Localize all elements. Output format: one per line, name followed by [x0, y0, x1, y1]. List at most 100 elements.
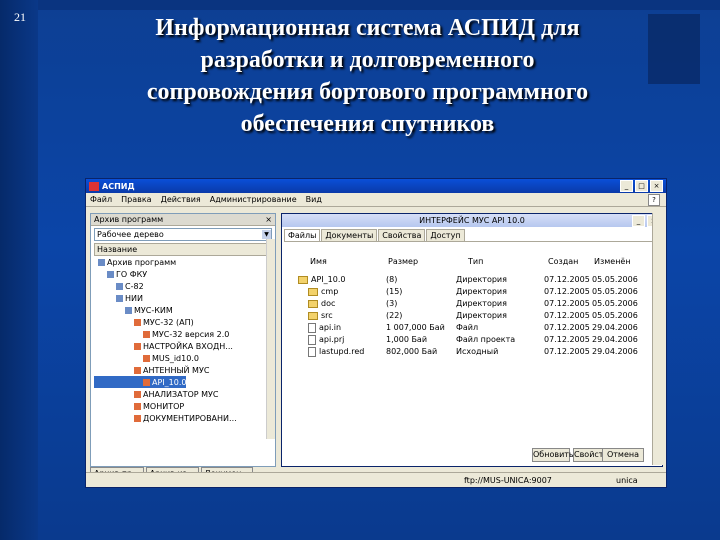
tree-node[interactable]: Архив программ	[94, 256, 176, 268]
cell-modified: 05.05.2006	[592, 310, 638, 321]
tree-node[interactable]: МУС-КИМ	[94, 304, 173, 316]
object-tabs: Файлы Документы Свойства Доступ	[284, 229, 660, 242]
cell-text: 1 007,000 Бай	[386, 323, 445, 332]
cell-size: 1,000 Бай	[386, 334, 427, 345]
cell-text: 29.04.2006	[592, 323, 638, 332]
cell-text: cmp	[321, 287, 339, 296]
slide-number: 21	[14, 10, 26, 24]
tree-node[interactable]: АНТЕННЫЙ МУС	[94, 364, 209, 376]
tree-node[interactable]: НИИ	[94, 292, 143, 304]
app-icon	[89, 181, 99, 191]
cell-type: Исходный	[456, 346, 498, 357]
tree-node[interactable]: API_10.0	[94, 376, 187, 388]
tree-scrollbar[interactable]	[266, 239, 275, 439]
object-window-titlebar[interactable]: ИНТЕРФЕЙС МУС API 10.0 _ ×	[282, 214, 662, 227]
cell-name: api.in	[308, 322, 341, 333]
file-row[interactable]: API_10.0 (8) Директория 07.12.2005 05.05.200…	[286, 274, 638, 285]
cell-text: Директория	[456, 299, 507, 308]
file-icon	[308, 322, 316, 333]
tree-node-label: МУС-32 версия 2.0	[152, 329, 230, 339]
cell-text: Директория	[456, 275, 507, 284]
maximize-button[interactable]: □	[635, 180, 648, 192]
col-name[interactable]: Имя	[310, 256, 327, 267]
chevron-down-icon[interactable]: ▼	[262, 230, 271, 239]
cell-text: 1,000 Бай	[386, 335, 428, 344]
status-path: ftp://MUS-UNICA:9007	[464, 475, 552, 485]
cell-text: (22)	[386, 311, 403, 320]
minimize-button[interactable]: _	[620, 180, 633, 192]
cell-text: 07.12.2005	[544, 323, 590, 332]
module-icon	[134, 414, 141, 422]
file-row[interactable]: cmp (15) Директория 07.12.2005 05.05.2006	[286, 286, 638, 297]
tree-node[interactable]: МУС-32 версия 2.0	[94, 328, 229, 340]
object-window-title: ИНТЕРФЕЙС МУС API 10.0	[419, 216, 525, 225]
file-row[interactable]: doc (3) Директория 07.12.2005 05.05.2006	[286, 298, 638, 309]
module-icon	[134, 342, 141, 350]
menu-edit[interactable]: Правка	[121, 195, 151, 204]
menu-view[interactable]: Вид	[306, 195, 322, 204]
cell-created: 07.12.2005	[544, 334, 590, 345]
cell-text: Исходный	[456, 347, 499, 356]
tree-node[interactable]: ГО ФКУ	[94, 268, 147, 280]
tree-column-label: Название	[97, 245, 138, 254]
file-icon	[308, 334, 316, 345]
menu-file[interactable]: Файл	[90, 195, 112, 204]
cell-text: api.prj	[319, 335, 345, 344]
tab-docs[interactable]: Документы	[321, 229, 378, 241]
dialog-buttons: Обновить Свойства	[532, 448, 613, 462]
view-combo[interactable]: Рабочее дерево ▼	[94, 228, 272, 241]
module-icon	[134, 318, 141, 326]
tree-node[interactable]: НАСТРОЙКА ВХОДН...	[94, 340, 233, 352]
tree-column-header[interactable]: Название	[94, 243, 272, 256]
cancel-button[interactable]: Отмена	[602, 448, 644, 462]
folder-icon	[107, 270, 114, 278]
cell-text: 05.05.2006	[592, 275, 638, 284]
menu-admin[interactable]: Администрирование	[210, 195, 297, 204]
cell-text: lastupd.red	[319, 347, 365, 356]
window-titlebar[interactable]: АСПИД _ □ ×	[86, 179, 666, 193]
file-row[interactable]: api.in 1 007,000 Бай Файл 07.12.2005 29.04.2…	[286, 322, 638, 333]
cell-text: Файл проекта	[456, 335, 516, 344]
tab-properties[interactable]: Свойства	[378, 229, 426, 241]
module-icon	[143, 378, 150, 386]
pane-header: Архив программ ×	[91, 214, 275, 226]
help-button[interactable]: ?	[648, 194, 660, 206]
tree-node[interactable]: МОНИТОР	[94, 400, 184, 412]
tree-node[interactable]: АНАЛИЗАТОР МУС	[94, 388, 218, 400]
tree-node-label: Архив программ	[107, 257, 177, 267]
cell-text: api.in	[319, 323, 342, 332]
pane-header-label: Архив программ	[94, 215, 164, 224]
file-row[interactable]: src (22) Директория 07.12.2005 05.05.2006	[286, 310, 638, 321]
file-row[interactable]: api.prj 1,000 Бай Файл проекта 07.12.2005 29…	[286, 334, 638, 345]
cell-text: 05.05.2006	[592, 311, 638, 320]
tree-node[interactable]: С-82	[94, 280, 144, 292]
cell-name: api.prj	[308, 334, 344, 345]
close-button[interactable]: ×	[650, 180, 663, 192]
cell-text: (8)	[386, 275, 398, 284]
cell-text: Директория	[456, 311, 507, 320]
tree-node-label: ДОКУМЕНТИРОВАНИ...	[143, 413, 237, 423]
tree-node-label: НИИ	[125, 293, 143, 303]
col-modified[interactable]: Изменён	[594, 256, 631, 267]
menu-actions[interactable]: Действия	[161, 195, 201, 204]
window-scrollbar[interactable]	[652, 213, 663, 465]
cell-size: (8)	[386, 274, 397, 285]
col-type[interactable]: Тип	[468, 256, 483, 267]
tab-access[interactable]: Доступ	[426, 229, 465, 241]
col-size[interactable]: Размер	[388, 256, 418, 267]
folder-icon	[298, 275, 308, 284]
cell-text: API_10.0	[311, 275, 346, 284]
cell-type: Директория	[456, 298, 507, 309]
module-icon	[143, 330, 150, 338]
title-line: обеспечения спутников	[240, 111, 495, 137]
refresh-button[interactable]: Обновить	[532, 448, 574, 462]
tab-files[interactable]: Файлы	[284, 229, 321, 241]
col-created[interactable]: Создан	[548, 256, 578, 267]
cell-type: Директория	[456, 310, 507, 321]
tree-node[interactable]: ДОКУМЕНТИРОВАНИ...	[94, 412, 237, 424]
title-line: Информационная система АСПИД для	[155, 15, 580, 41]
pane-close-icon[interactable]: ×	[265, 215, 272, 224]
tree-node[interactable]: МУС-32 (АП)	[94, 316, 194, 328]
tree-node[interactable]: MUS_id10.0	[94, 352, 199, 364]
file-row[interactable]: lastupd.red 802,000 Бай Исходный 07.12.2005…	[286, 346, 638, 357]
